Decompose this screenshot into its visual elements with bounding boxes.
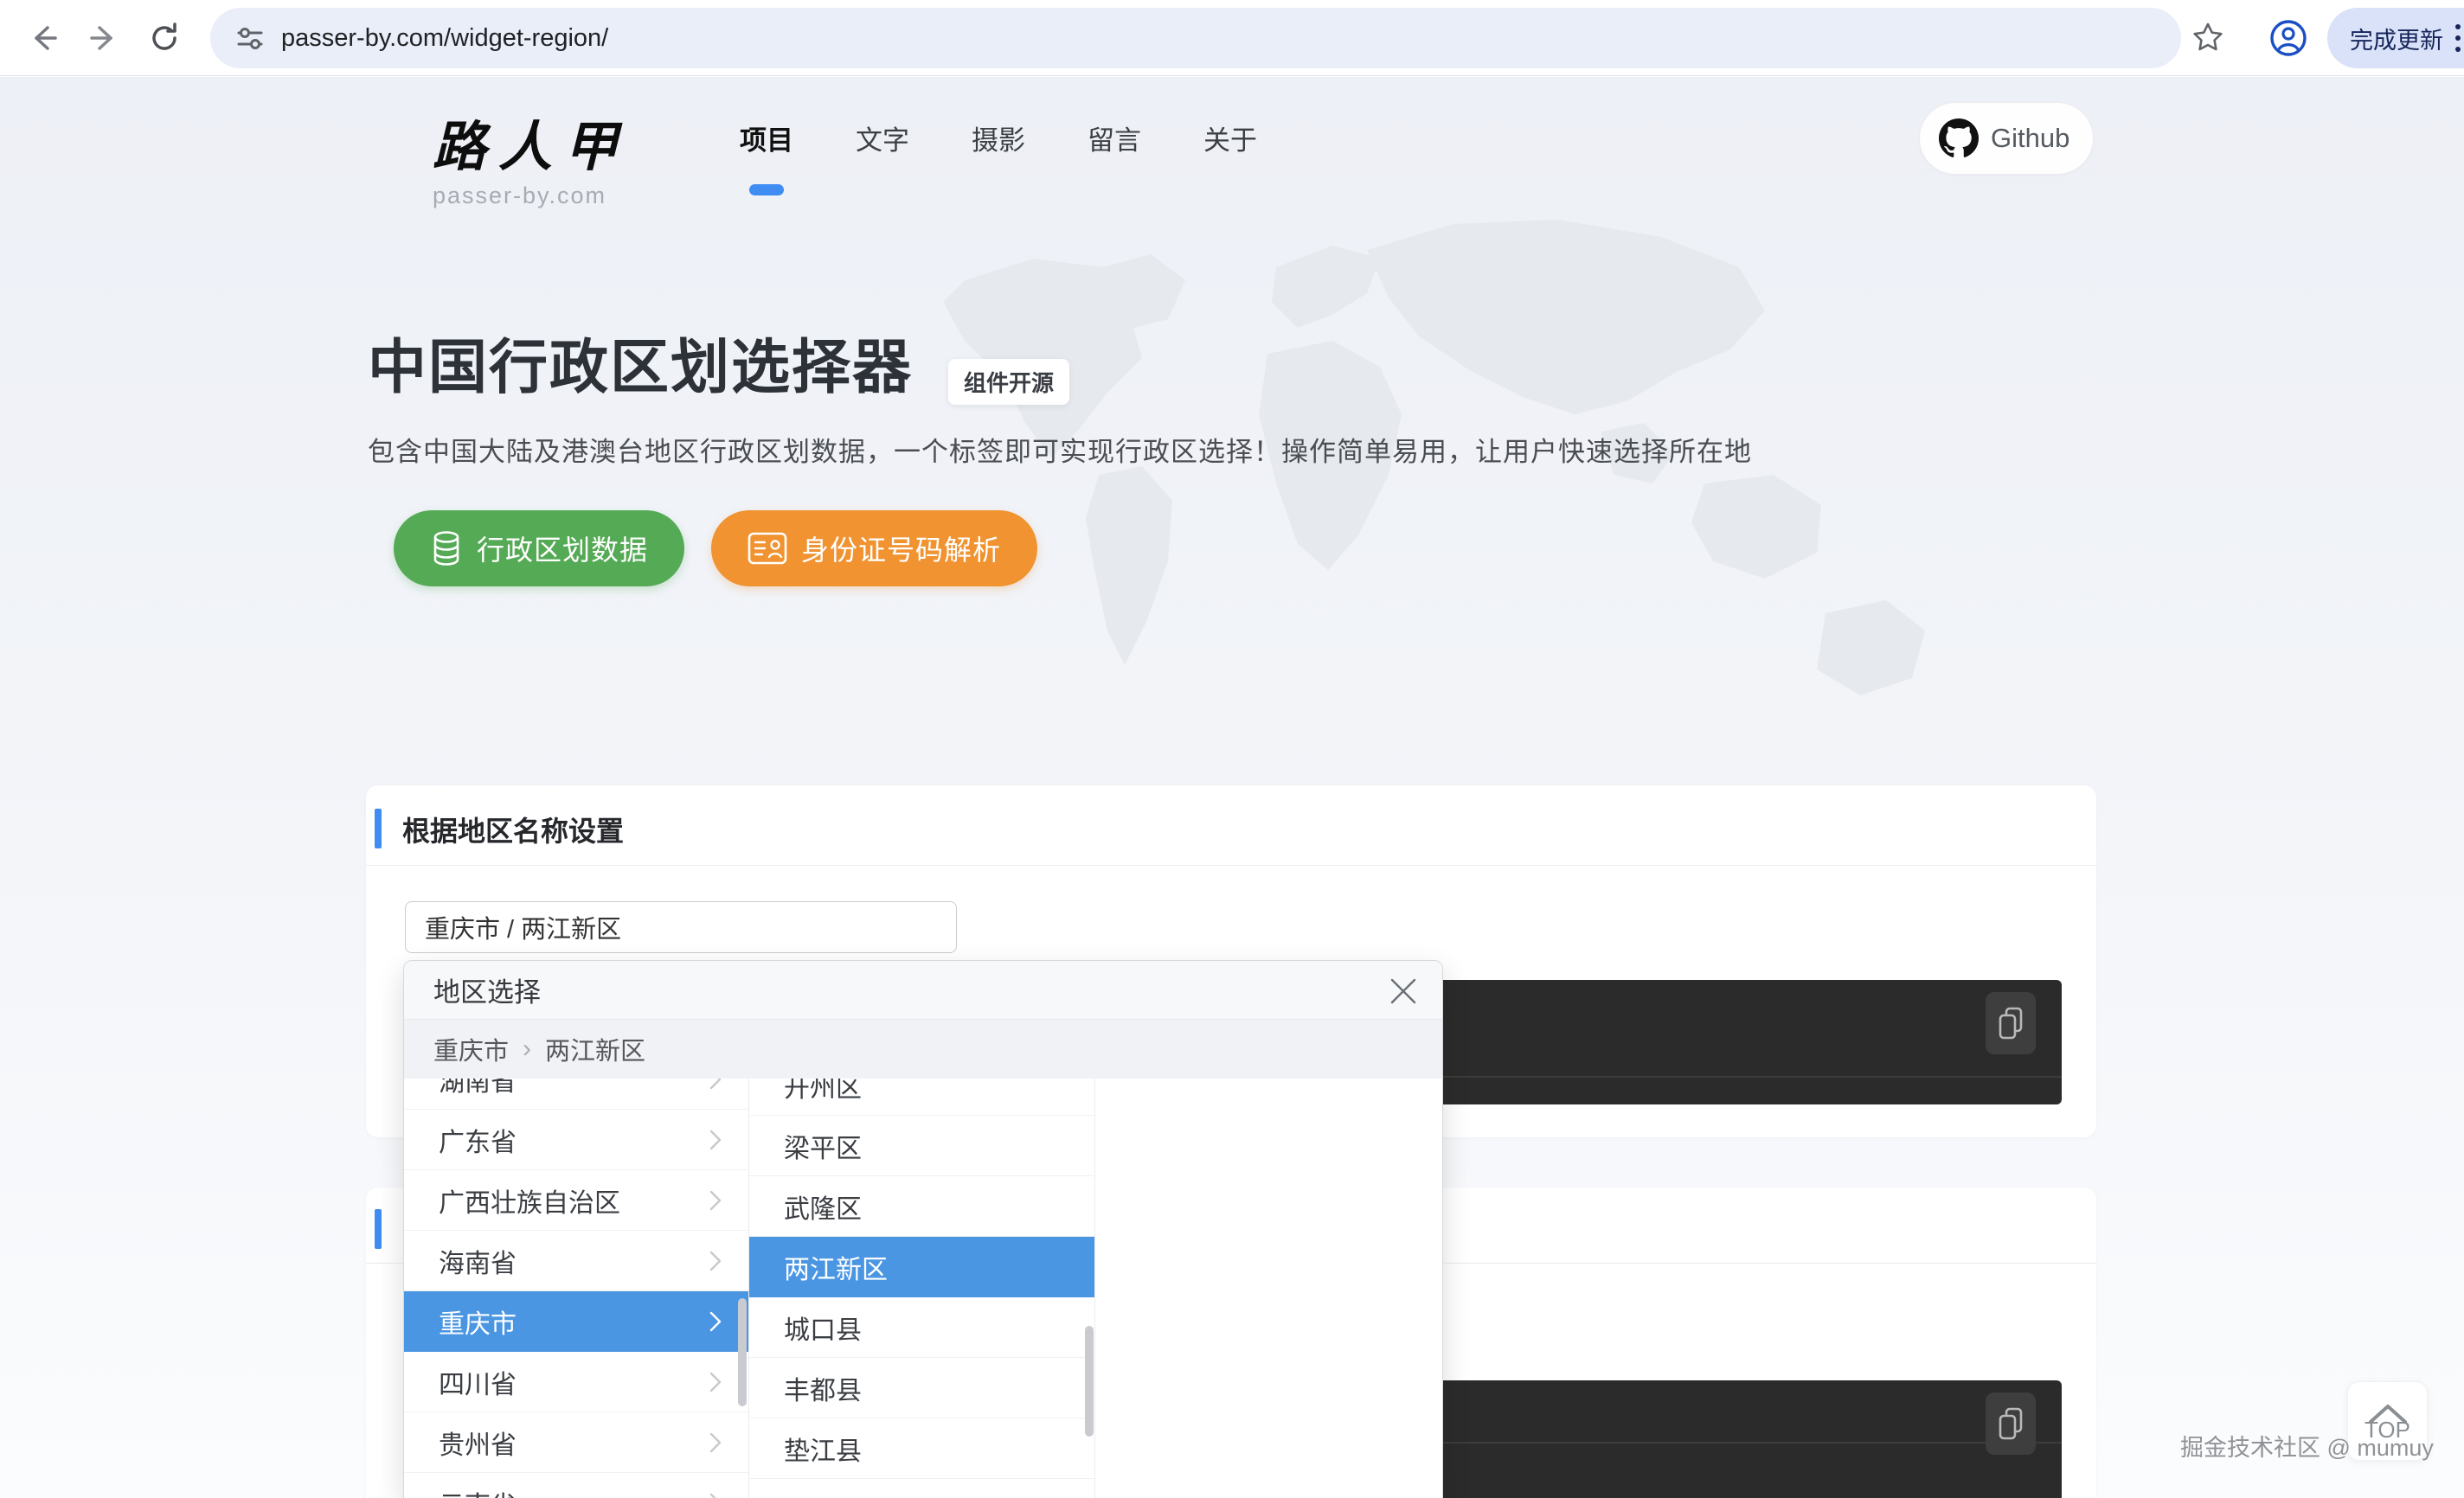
- region-picker-dropdown: 地区选择 重庆市 › 两江新区 湖南省广东省广西壮族自治区海南省重庆市四川省贵州…: [403, 960, 1443, 1498]
- heading-accent-bar: [375, 1209, 382, 1249]
- province-item[interactable]: 海南省: [404, 1231, 748, 1291]
- empty-column: [1095, 1079, 1442, 1498]
- back-icon[interactable]: [17, 12, 69, 64]
- section-heading: 根据地区名称设置: [402, 810, 624, 849]
- district-item[interactable]: 武隆区: [749, 1176, 1094, 1237]
- province-item[interactable]: 湖南省: [404, 1079, 748, 1110]
- watermark-text: 掘金技术社区 @ mumuy: [2180, 1429, 2434, 1463]
- picker-breadcrumb: 重庆市 › 两江新区: [404, 1020, 1442, 1079]
- chevron-right-icon: [709, 1129, 722, 1151]
- url-text[interactable]: passer-by.com/widget-region/: [281, 24, 608, 53]
- idcard-parse-label: 身份证号码解析: [801, 528, 1001, 568]
- page-title: 中国行政区划选择器: [368, 319, 913, 405]
- bookmark-star-icon[interactable]: [2182, 12, 2234, 64]
- list-item-label: 湖南省: [439, 1079, 517, 1098]
- page-body: 路人甲 passer-by.com 项目 文字 摄影 留言关于 Github 中国行政…: [0, 77, 2464, 1498]
- chevron-right-icon: [709, 1492, 722, 1498]
- world-map-watermark: [882, 198, 1990, 855]
- chevron-right-icon: ›: [523, 1034, 531, 1064]
- update-label: 完成更新: [2350, 22, 2443, 55]
- breadcrumb-province[interactable]: 重庆市: [433, 1031, 509, 1067]
- region-data-button[interactable]: 行政区划数据: [394, 510, 684, 586]
- list-item-label: 丰都县: [784, 1369, 862, 1407]
- nav-item-3[interactable]: 摄影: [972, 118, 1025, 180]
- list-item-label: 两江新区: [784, 1248, 888, 1286]
- list-item-label: 云南省: [439, 1484, 517, 1498]
- province-item[interactable]: 云南省: [404, 1473, 748, 1498]
- district-item[interactable]: 城口县: [749, 1297, 1094, 1358]
- district-scrollbar[interactable]: [1085, 1326, 1094, 1437]
- browser-update-button[interactable]: 完成更新: [2327, 8, 2464, 68]
- district-item[interactable]: 梁平区: [749, 1116, 1094, 1176]
- nav-item-1[interactable]: 项目: [740, 118, 793, 180]
- open-source-badge: 组件开源: [948, 359, 1069, 405]
- district-column: 开州区梁平区武隆区两江新区城口县丰都县垫江县: [749, 1079, 1095, 1498]
- picker-columns: 湖南省广东省广西壮族自治区海南省重庆市四川省贵州省云南省 开州区梁平区武隆区两江…: [404, 1079, 1442, 1498]
- province-item[interactable]: 贵州省: [404, 1412, 748, 1473]
- page-subtitle: 包含中国大陆及港澳台地区行政区划数据，一个标签即可实现行政区选择！操作简单易用，…: [368, 430, 1752, 469]
- province-scrollbar[interactable]: [738, 1298, 747, 1406]
- district-item-selected[interactable]: 两江新区: [749, 1237, 1094, 1297]
- province-column: 湖南省广东省广西壮族自治区海南省重庆市四川省贵州省云南省: [404, 1079, 749, 1498]
- site-logo[interactable]: 路人甲 passer-by.com: [433, 103, 630, 209]
- nav-item-2[interactable]: 文字: [856, 118, 909, 180]
- district-item[interactable]: 垫江县: [749, 1418, 1094, 1479]
- divider: [366, 865, 2096, 866]
- list-item-label: 垫江县: [784, 1430, 862, 1468]
- menu-dots-icon[interactable]: [2455, 24, 2461, 52]
- github-label: Github: [1991, 123, 2069, 154]
- logo-title: 路人甲: [433, 103, 630, 181]
- copy-button[interactable]: [1986, 1392, 2036, 1455]
- breadcrumb-district[interactable]: 两江新区: [545, 1031, 645, 1067]
- idcard-parse-button[interactable]: 身份证号码解析: [711, 510, 1037, 586]
- district-item[interactable]: 开州区: [749, 1079, 1094, 1116]
- heading-accent-bar: [375, 809, 382, 848]
- chevron-right-icon: [709, 1431, 722, 1454]
- list-item-label: 武隆区: [784, 1188, 862, 1226]
- github-icon: [1939, 118, 1979, 158]
- forward-icon[interactable]: [78, 12, 130, 64]
- list-item-label: 海南省: [439, 1242, 517, 1280]
- list-item-label: 广西壮族自治区: [439, 1181, 620, 1220]
- list-item-label: 城口县: [784, 1309, 862, 1347]
- nav-item-4[interactable]: 留言: [1088, 118, 1141, 180]
- chevron-right-icon: [709, 1189, 722, 1212]
- url-bar[interactable]: passer-by.com/widget-region/: [210, 8, 2181, 68]
- profile-avatar-icon[interactable]: [2262, 12, 2314, 64]
- district-item[interactable]: 丰都县: [749, 1358, 1094, 1418]
- picker-title: 地区选择: [433, 970, 541, 1009]
- region-input[interactable]: [405, 901, 957, 953]
- picker-header: 地区选择: [404, 961, 1442, 1020]
- province-item[interactable]: 广东省: [404, 1110, 748, 1170]
- province-item[interactable]: 广西壮族自治区: [404, 1170, 748, 1231]
- list-item-label: 开州区: [784, 1079, 862, 1104]
- screenshot-root: passer-by.com/widget-region/ 完成更新: [0, 0, 2464, 1498]
- site-settings-icon[interactable]: [234, 22, 266, 54]
- chevron-right-icon: [709, 1310, 722, 1333]
- github-button[interactable]: Github: [1919, 102, 2094, 175]
- list-item-label: 广东省: [439, 1121, 517, 1159]
- chevron-right-icon: [709, 1250, 722, 1272]
- logo-domain: passer-by.com: [433, 182, 630, 209]
- close-icon[interactable]: [1383, 971, 1423, 1011]
- list-item-label: 梁平区: [784, 1127, 862, 1165]
- chevron-right-icon: [709, 1079, 722, 1091]
- active-tab-underline: [749, 184, 784, 195]
- reload-icon[interactable]: [138, 12, 190, 64]
- chevron-right-icon: [709, 1371, 722, 1393]
- id-card-icon: [748, 532, 787, 565]
- list-item-label: 重庆市: [439, 1303, 517, 1341]
- list-item-label: 贵州省: [439, 1424, 517, 1462]
- nav-item-5[interactable]: 关于: [1203, 118, 1257, 180]
- province-item[interactable]: 四川省: [404, 1352, 748, 1412]
- database-icon: [430, 530, 463, 567]
- browser-toolbar: passer-by.com/widget-region/ 完成更新: [0, 0, 2464, 76]
- main-nav: 项目 文字 摄影 留言关于: [740, 118, 1257, 180]
- list-item-label: 四川省: [439, 1363, 517, 1401]
- region-data-label: 行政区划数据: [477, 528, 648, 568]
- copy-button[interactable]: [1986, 992, 2036, 1054]
- province-item-selected[interactable]: 重庆市: [404, 1291, 748, 1352]
